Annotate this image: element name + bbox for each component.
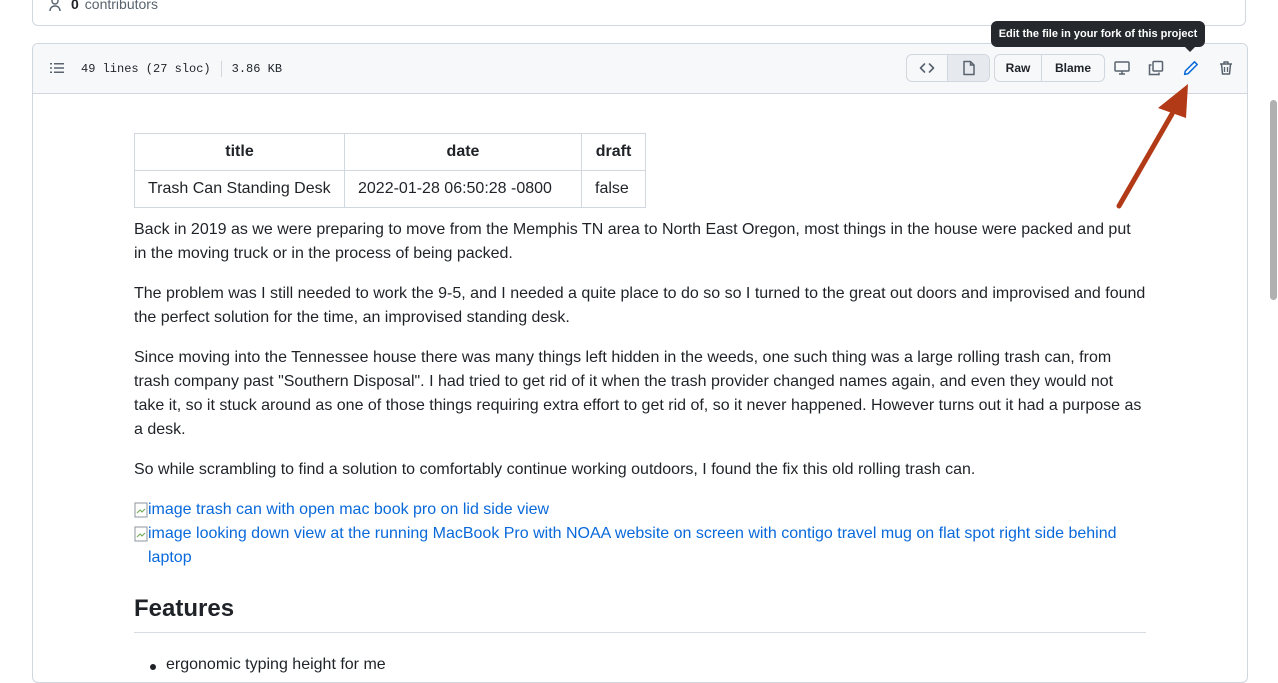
paragraph: So while scrambling to find a solution t…: [134, 461, 976, 478]
paragraph: Back in 2019 as we were preparing to mov…: [134, 221, 1131, 262]
scrollbar[interactable]: [1270, 0, 1278, 665]
edit-tooltip: Edit the file in your fork of this proje…: [991, 21, 1205, 52]
paragraph: The problem was I still needed to work t…: [134, 285, 1146, 326]
paragraph: Since moving into the Tennessee house th…: [134, 349, 1142, 438]
frontmatter-table: title date draft Trash Can Standing Desk…: [134, 133, 646, 208]
broken-image-icon: [134, 526, 148, 542]
image-alt-text: image looking down view at the running M…: [148, 525, 1117, 566]
file-size: 3.86 KB: [231, 62, 283, 76]
list-item: ergonomic typing height for me: [166, 656, 386, 673]
contributors-count: 0: [71, 0, 79, 12]
table-cell: 2022-01-28 06:50:28 -0800: [344, 170, 582, 208]
raw-blame-group: Raw Blame: [994, 54, 1105, 82]
scrollbar-thumb[interactable]: [1270, 100, 1277, 300]
line-count: 49 lines (27 sloc): [81, 62, 211, 76]
trash-icon[interactable]: [1218, 60, 1234, 76]
file-meta: 49 lines (27 sloc) 3.86 KB: [81, 61, 282, 77]
table-row: Trash Can Standing Desk 2022-01-28 06:50…: [134, 170, 646, 208]
table-header-row: title date draft: [134, 133, 646, 171]
features-heading: Features: [134, 594, 1146, 633]
markdown-body: title date draft Trash Can Standing Desk…: [134, 133, 1146, 633]
table-header: title: [134, 133, 345, 171]
broken-image-icon: [134, 502, 148, 518]
meta-divider: [220, 61, 222, 77]
copy-icon[interactable]: [1148, 60, 1164, 76]
contributors-label: contributors: [84, 0, 158, 12]
table-cell: Trash Can Standing Desk: [134, 170, 345, 208]
file-header: 49 lines (27 sloc) 3.86 KB Raw Blame: [33, 44, 1247, 94]
image-alt-text: image trash can with open mac book pro o…: [148, 501, 550, 518]
view-toggle: [906, 54, 990, 82]
annotation-arrow-icon: [1116, 84, 1188, 209]
code-icon: [919, 63, 935, 73]
image-link[interactable]: image looking down view at the running M…: [134, 522, 1146, 570]
people-icon: [49, 0, 61, 12]
contributors-info[interactable]: 0 contributors: [49, 0, 158, 12]
list-icon[interactable]: [49, 60, 65, 76]
code-view-button[interactable]: [907, 55, 948, 81]
table-header: date: [344, 133, 582, 171]
file-icon: [962, 60, 975, 76]
table-cell: false: [581, 170, 646, 208]
pencil-icon[interactable]: [1183, 60, 1199, 76]
raw-button[interactable]: Raw: [995, 55, 1042, 81]
image-link[interactable]: image trash can with open mac book pro o…: [134, 498, 1146, 522]
image-links: image trash can with open mac book pro o…: [134, 498, 1146, 570]
blame-button[interactable]: Blame: [1042, 55, 1104, 81]
desktop-icon[interactable]: [1114, 60, 1130, 76]
table-header: draft: [581, 133, 646, 171]
preview-view-button[interactable]: [948, 55, 989, 81]
